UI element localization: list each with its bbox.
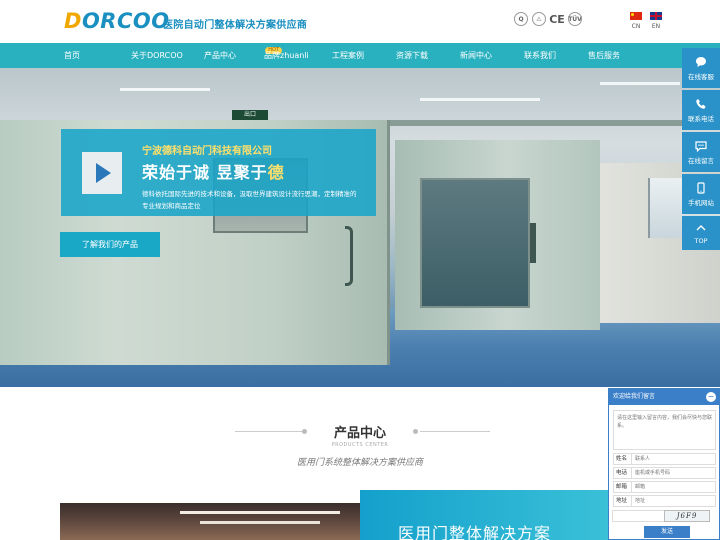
nav-home[interactable]: 首页 (64, 43, 131, 68)
captcha-image[interactable]: J6F9 (664, 510, 710, 522)
hero-headline-main: 荣始于诚 昱聚于 (142, 163, 268, 182)
nav-news[interactable]: 新闻中心 (460, 43, 524, 68)
hero-banner: 出口 (0, 68, 720, 387)
mobile-site-label: 手机网站 (688, 198, 714, 207)
contact-phone-button[interactable]: 联系电话 (682, 90, 720, 130)
lang-en[interactable]: EN (650, 12, 662, 30)
header: DORCOO 医院自动门整体解决方案供应商 Q ⚠ CE TÜV CN EN (0, 0, 720, 43)
section-divider-dot (413, 429, 418, 434)
phone-icon (696, 98, 706, 109)
nav-cases[interactable]: 工程案例 (332, 43, 396, 68)
nav-downloads[interactable]: 资源下载 (396, 43, 460, 68)
message-widget-title: 欢迎给我们留言 (613, 393, 656, 400)
certification-icons: Q ⚠ CE TÜV (514, 12, 582, 26)
back-to-top-label: TOP (694, 236, 708, 245)
learn-products-button[interactable]: 了解我们的产品 (60, 232, 160, 257)
back-to-top-button[interactable]: TOP (682, 216, 720, 250)
phone-field: 电话 (613, 467, 716, 479)
lang-cn-label: CN (631, 23, 641, 30)
hero-headline-highlight: 德 (267, 163, 285, 182)
nav-about[interactable]: 关于DORCOO (131, 43, 204, 68)
header-slogan: 医院自动门整体解决方案供应商 (163, 20, 308, 31)
second-door-window (420, 178, 530, 308)
leave-message-button[interactable]: 在线留言 (682, 132, 720, 172)
message-icon (695, 140, 707, 152)
email-field: 邮箱 (613, 481, 716, 493)
chat-bubble-icon (696, 56, 706, 67)
nav-brand[interactable]: 品牌zhuanli (264, 43, 332, 68)
send-button[interactable]: 发送 (644, 526, 690, 538)
page: DORCOO 医院自动门整体解决方案供应商 Q ⚠ CE TÜV CN EN 首… (0, 0, 720, 540)
china-flag-icon (630, 12, 642, 20)
logo-lead: D (64, 9, 82, 33)
side-float-bar: 在线客服 联系电话 在线留言 手机网站 TOP (682, 48, 720, 250)
lang-cn[interactable]: CN (630, 12, 642, 30)
name-label: 姓名 (614, 454, 632, 464)
exit-sign: 出口 (232, 110, 268, 120)
section-divider-right (420, 431, 490, 432)
play-video-icon[interactable] (82, 152, 122, 194)
nav-contact[interactable]: 联系我们 (524, 43, 588, 68)
promo-title: 医用门整体解决方案 (398, 524, 552, 540)
address-label: 地址 (614, 496, 632, 506)
email-input[interactable] (632, 482, 715, 492)
ceiling-light (180, 511, 340, 514)
ce-mark-icon: CE (549, 12, 565, 26)
nav-products-label: 产品中心 (204, 51, 236, 60)
second-door-handle (530, 223, 536, 263)
logo[interactable]: DORCOO (64, 9, 170, 33)
hero-company-name: 宁波德科自动门科技有限公司 (142, 146, 272, 157)
leave-message-label: 在线留言 (688, 156, 714, 165)
phone-label: 电话 (614, 468, 632, 478)
name-input[interactable] (632, 454, 715, 464)
ceiling-light (120, 88, 210, 91)
mobile-site-button[interactable]: 手机网站 (682, 174, 720, 214)
captcha-input[interactable] (612, 510, 668, 522)
safety-cert-icon: ⚠ (532, 12, 546, 26)
online-service-label: 在线客服 (688, 72, 714, 81)
nav-after-sales[interactable]: 售后服务 (588, 43, 638, 68)
ceiling-light (200, 521, 320, 524)
product-photo[interactable] (60, 503, 360, 540)
tuv-cert-icon: TÜV (568, 12, 582, 26)
phone-input[interactable] (632, 468, 715, 478)
mobile-icon (697, 181, 705, 194)
language-switcher: CN EN (630, 12, 662, 30)
main-nav: 首页 关于DORCOO 产品中心 HOT 品牌zhuanli 工程案例 资源下载… (0, 43, 720, 68)
address-field: 地址 (613, 495, 716, 507)
name-field: 姓名 (613, 453, 716, 465)
arrow-up-icon (696, 224, 706, 230)
logo-rest: ORCOO (81, 9, 170, 33)
message-widget-header: 欢迎给我们留言 − (609, 389, 719, 405)
ceiling-light (600, 82, 680, 85)
minimize-button[interactable]: − (706, 392, 716, 402)
message-textarea[interactable] (613, 410, 716, 450)
hero-headline: 荣始于诚 昱聚于德 (142, 159, 285, 183)
contact-phone-label: 联系电话 (688, 114, 714, 123)
nav-products[interactable]: 产品中心 HOT (204, 43, 282, 68)
ceiling-light (420, 98, 540, 101)
door-handle (345, 226, 353, 286)
online-service-button[interactable]: 在线客服 (682, 48, 720, 88)
lang-en-label: EN (651, 23, 661, 30)
address-input[interactable] (632, 496, 715, 506)
quality-cert-icon: Q (514, 12, 528, 26)
hero-description: 德科依托国际先进的技术和设备，汲取世界建筑设计流行思潮，定制精准的专业规划和商品… (142, 190, 357, 210)
uk-flag-icon (650, 12, 662, 20)
email-label: 邮箱 (614, 482, 632, 492)
